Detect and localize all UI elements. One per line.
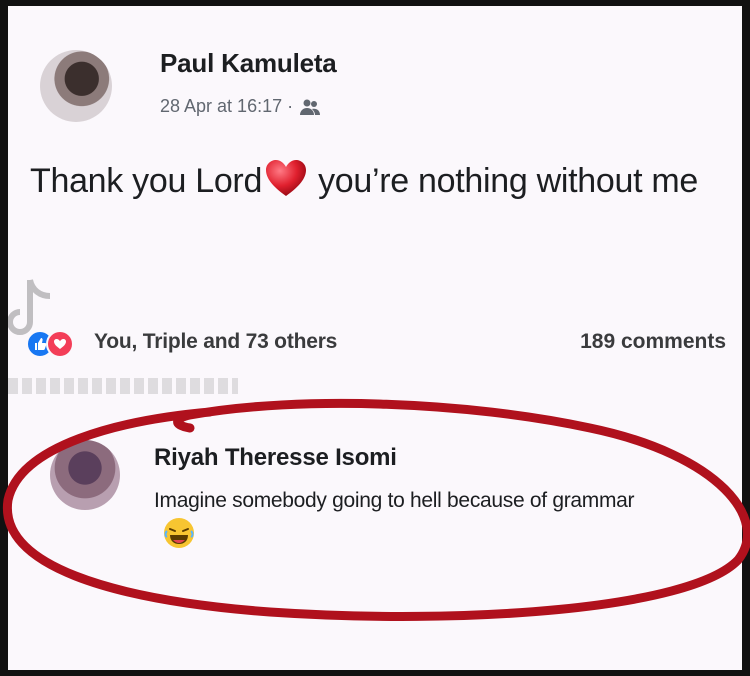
facebook-post-card: Paul Kamuleta 28 Apr at 16:17 · Thank yo… xyxy=(8,6,742,670)
reactions-summary[interactable]: You, Triple and 73 others xyxy=(94,330,337,354)
faint-watermark xyxy=(8,378,238,394)
love-icon xyxy=(46,330,74,358)
post-text: Thank you Lord you’re nothing without me xyxy=(30,158,730,210)
comment: Riyah Theresse Isomi Imagine somebody go… xyxy=(44,436,704,566)
friends-icon xyxy=(299,98,321,116)
post-meta: 28 Apr at 16:17 · xyxy=(160,96,321,117)
laughing-emoji-icon xyxy=(162,516,196,559)
author-name[interactable]: Paul Kamuleta xyxy=(160,48,337,79)
reactions-row: You, Triple and 73 others 189 comments xyxy=(26,326,726,360)
comment-body: Imagine somebody going to hell because o… xyxy=(154,489,635,512)
post-text-start: Thank you Lord xyxy=(30,162,263,200)
commenter-avatar[interactable] xyxy=(50,440,120,510)
reaction-icons[interactable] xyxy=(26,330,96,358)
heart-emoji-icon xyxy=(264,158,308,210)
post-date[interactable]: 28 Apr at 16:17 · xyxy=(160,96,293,117)
comment-text: Imagine somebody going to hell because o… xyxy=(154,486,674,559)
screenshot-frame: Paul Kamuleta 28 Apr at 16:17 · Thank yo… xyxy=(0,0,750,676)
commenter-name[interactable]: Riyah Theresse Isomi xyxy=(154,444,397,472)
comments-count[interactable]: 189 comments xyxy=(580,330,726,354)
author-avatar[interactable] xyxy=(40,50,112,122)
post-text-end: you’re nothing without me xyxy=(318,162,699,200)
